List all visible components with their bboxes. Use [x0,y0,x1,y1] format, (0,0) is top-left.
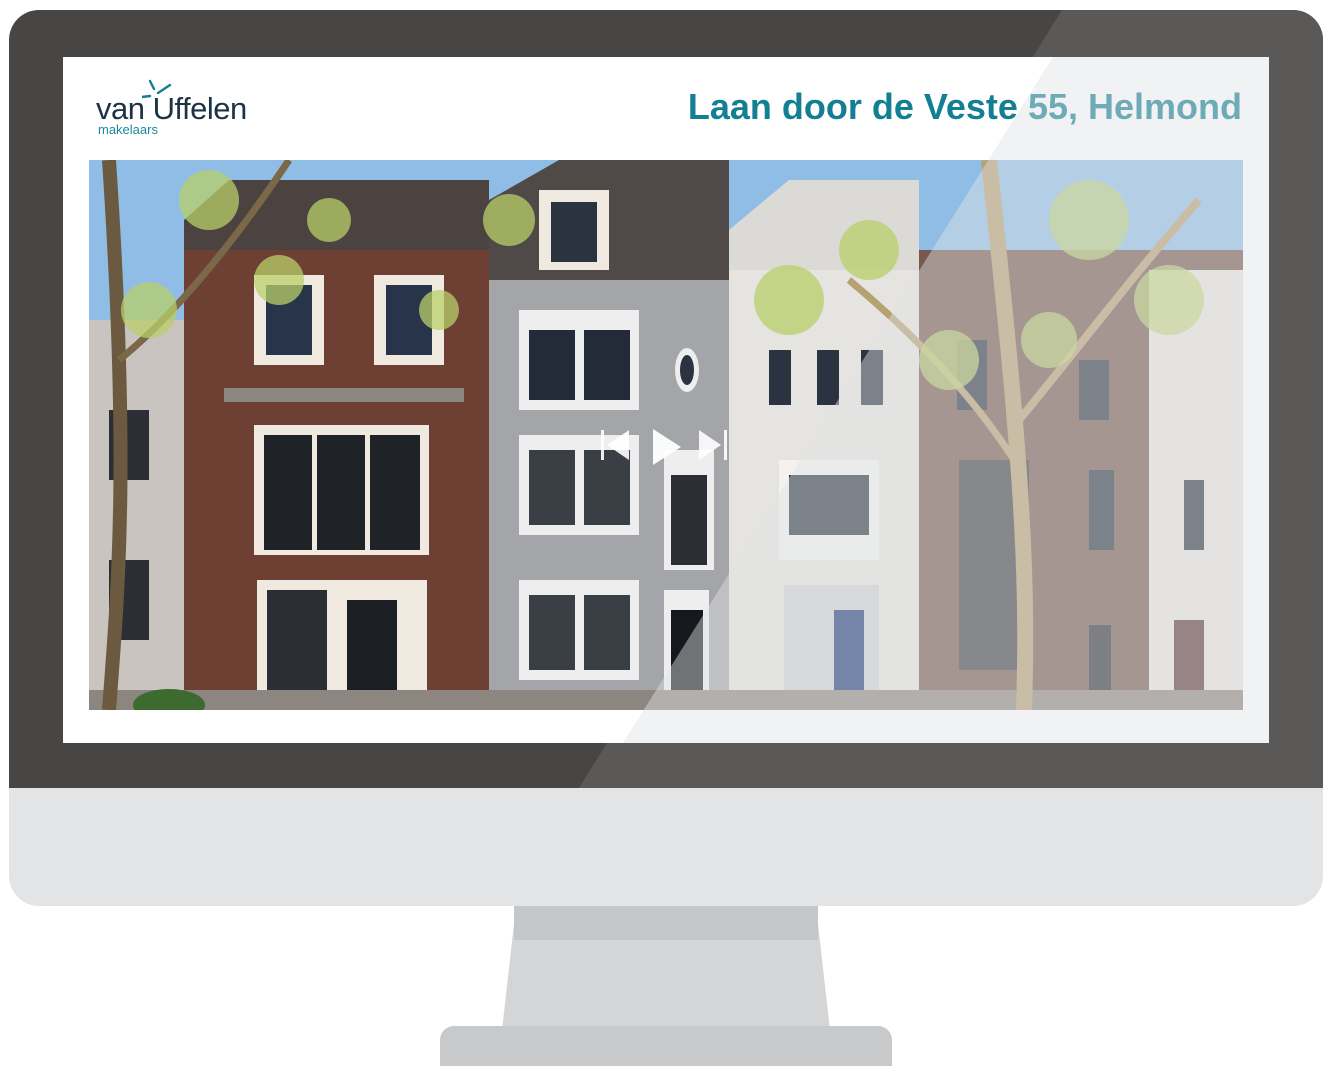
monitor-stand-shadow [514,906,818,940]
skip-previous-icon[interactable] [599,427,631,463]
slideshow-controls [599,427,733,469]
brand-logo[interactable]: van Uffelen makelaars [96,79,266,139]
monitor-chin [9,788,1323,906]
monitor-stand-base [440,1026,892,1066]
listing-title: Laan door de Veste 55, Helmond [687,86,1242,127]
logo-wordmark: van Uffelen [96,91,247,126]
logo-tagline: makelaars [98,122,158,137]
monitor-screen: van Uffelen makelaars Laan door de Veste… [63,57,1269,743]
play-icon[interactable] [651,427,683,467]
skip-next-icon[interactable] [697,427,729,463]
